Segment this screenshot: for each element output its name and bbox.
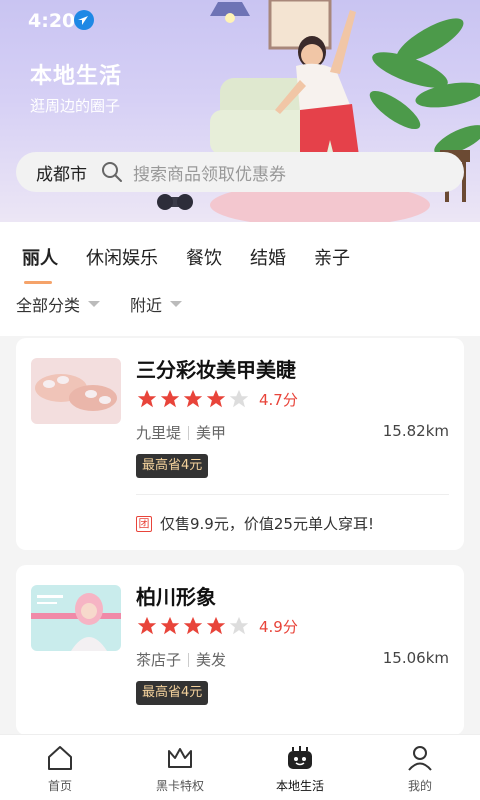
city-selector[interactable]: 成都市 [36,160,87,185]
shop-name: 柏川形象 [136,585,216,609]
home-icon [48,746,72,770]
search-icon [102,162,122,182]
search-placeholder[interactable]: 搜索商品领取优惠券 [133,160,286,185]
nav-black-card-label: 黑卡特权 [155,779,204,793]
shop-distance: 15.82km [382,422,449,440]
filter-nearby-label: 附近 [130,296,163,315]
shop-thumbnail [31,585,121,651]
shop-thumbnail [31,358,121,424]
filter-bar: 全部分类 附近 [16,292,212,316]
rating-score: 4.9分 [259,617,298,636]
filter-category-dropdown[interactable]: 全部分类 [16,292,101,316]
savings-badge: 最高省4元 [136,454,209,478]
nav-home-label: 首页 [47,779,72,793]
shop-name: 三分彩妆美甲美睫 [136,358,296,382]
shop-area: 九里堤 [136,424,182,442]
shop-category: 美发 [196,651,227,669]
shop-area: 茶店子 [136,651,182,669]
chevron-down-icon [170,301,183,307]
crown-icon [168,748,192,768]
star-filled-icon [137,389,157,408]
star-filled-icon [183,616,203,635]
star-filled-icon [160,389,180,408]
meta-divider [188,652,190,667]
category-section: 丽人 休闲娱乐 餐饮 结婚 亲子 全部分类 附近 [0,222,480,336]
star-empty-icon [229,389,249,408]
page-title: 本地生活 [30,64,123,89]
rating-stars: 4.9分 [136,615,298,637]
rating-stars: 4.7分 [136,388,298,410]
nav-profile-label: 我的 [407,779,432,793]
category-tabs: 丽人 休闲娱乐 餐饮 结婚 亲子 [22,244,378,284]
tab-parenting[interactable]: 亲子 [314,244,350,270]
star-filled-icon [206,389,226,408]
status-time: 4:20 [28,10,76,32]
nav-local-life-label: 本地生活 [275,779,324,793]
page-subtitle: 逛周边的圈子 [30,97,121,115]
card-divider [136,494,449,495]
nav-profile[interactable]: 我的 [360,735,480,800]
nav-home[interactable]: 首页 [0,735,120,800]
star-filled-icon [160,616,180,635]
tab-wedding[interactable]: 结婚 [250,244,286,270]
user-icon [408,746,432,771]
star-filled-icon [183,389,203,408]
star-filled-icon [206,616,226,635]
meta-divider [188,425,190,440]
nav-local-life[interactable]: 本地生活 [240,735,360,800]
group-buy-icon: 团 [136,515,152,532]
shop-card[interactable]: 三分彩妆美甲美睫 4.7分 九里堤 美甲 15.82km 最高省4元 团 仅售9… [16,338,464,550]
star-empty-icon [229,616,249,635]
local-life-icon [288,746,312,769]
shop-distance: 15.06km [382,649,449,667]
shop-category: 美甲 [196,424,227,442]
rating-score: 4.7分 [259,390,298,409]
shop-card[interactable]: 柏川形象 4.9分 茶店子 美发 15.06km 最高省4元 [16,565,464,735]
chevron-down-icon [88,301,101,307]
savings-badge: 最高省4元 [136,681,209,705]
group-deal[interactable]: 团 仅售9.9元，价值25元单人穿耳! [136,513,374,534]
shop-meta: 茶店子 美发 [136,649,226,670]
tab-dining[interactable]: 餐饮 [186,244,222,270]
filter-category-label: 全部分类 [16,296,81,315]
deal-text: 仅售9.9元，价值25元单人穿耳! [160,515,374,533]
star-filled-icon [137,616,157,635]
filter-nearby-dropdown[interactable]: 附近 [130,292,183,316]
nav-black-card[interactable]: 黑卡特权 [120,735,240,800]
location-arrow-icon [74,10,94,30]
search-bar[interactable]: 成都市 搜索商品领取优惠券 [16,152,464,192]
shop-meta: 九里堤 美甲 [136,422,226,443]
tab-beauty[interactable]: 丽人 [22,244,58,284]
tab-entertainment[interactable]: 休闲娱乐 [86,244,158,270]
hero-banner: 4:20 本地生活 逛周边的圈子 成都市 搜索商品领取优惠券 [0,0,480,222]
bottom-nav: 首页 黑卡特权 本地生活 我的 [0,734,480,800]
